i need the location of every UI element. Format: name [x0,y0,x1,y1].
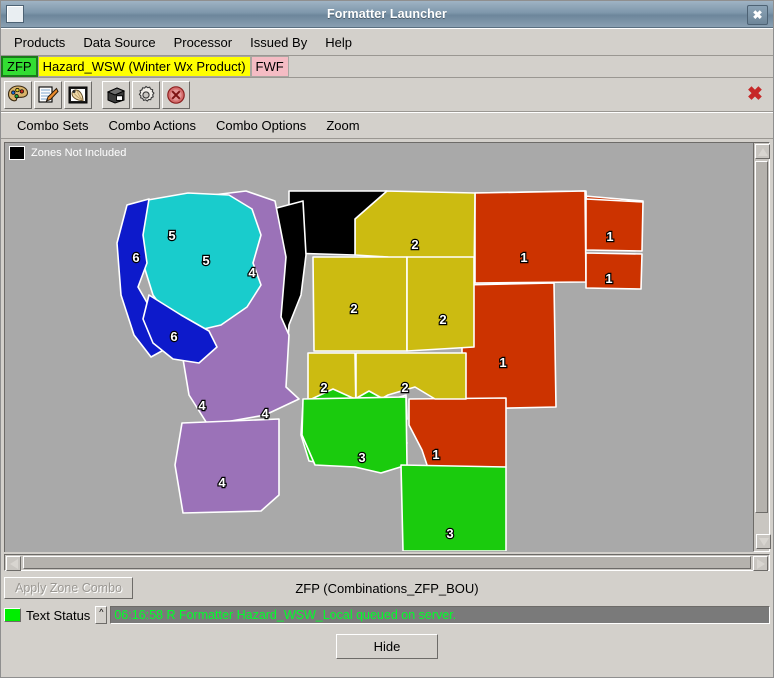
apply-zone-combo-button[interactable]: Apply Zone Combo [4,577,134,599]
zone-map-svg[interactable]: 5 5 6 6 4 4 4 4 2 2 2 2 2 1 1 1 1 1 3 3 [5,143,749,551]
map-canvas-wrapper: Zones Not Included 5 5 6 6 4 4 4 4 2 2 2 2 2 1 1 1 1 1 3 3 [4,142,771,552]
legend-swatch-zones-not-included [9,146,25,160]
menu-item-zoom[interactable]: Zoom [316,115,369,136]
map-zone-region[interactable] [461,282,557,410]
status-led-indicator [4,608,21,622]
map-zone-number: 1 [432,447,439,462]
menu-item-combo-options[interactable]: Combo Options [206,115,316,136]
map-vertical-scrollbar[interactable] [753,142,771,552]
map-zone-number: 2 [350,301,357,316]
menu-item-data-source[interactable]: Data Source [74,32,164,53]
map-zone-number: 1 [520,250,527,265]
map-zone-number: 5 [168,228,175,243]
cancel-circle-icon [167,85,185,104]
map-zone-number: 3 [446,526,453,541]
window-close-button[interactable]: ✖ [747,5,768,25]
product-tab-hazard-wsw[interactable]: Hazard_WSW (Winter Wx Product) [37,56,251,77]
vertical-scroll-thumb[interactable] [755,161,768,513]
product-tab-zfp[interactable]: ZFP [1,56,38,77]
cancel-circle-icon-button[interactable] [162,80,190,109]
legend-label-zones-not-included: Zones Not Included [31,147,127,159]
palette-icon [7,84,29,101]
menu-item-combo-actions[interactable]: Combo Actions [99,115,206,136]
product-tab-strip: ZFP Hazard_WSW (Winter Wx Product) FWF [1,56,773,78]
map-zone-number: 1 [499,355,506,370]
horizontal-scroll-thumb[interactable] [23,556,751,569]
map-zone-region[interactable] [474,190,587,284]
edit-notepad-icon-button[interactable] [34,80,62,109]
scroll-left-arrow[interactable] [6,556,21,571]
map-zone-region[interactable] [174,418,280,514]
image-shell-icon [68,86,88,103]
title-bar: Formatter Launcher ✖ [1,1,773,28]
gear-icon-button[interactable] [132,80,160,109]
map-zone-region[interactable] [585,252,643,290]
map-zone-number: 6 [132,250,139,265]
scroll-right-arrow[interactable] [753,556,768,571]
gear-icon [138,85,155,102]
map-legend: Zones Not Included [9,146,126,160]
status-message: 06:16:58 R Formatter Hazard_WSW_Local qu… [110,606,770,624]
combo-menu-bar: Combo Sets Combo Actions Combo Options Z… [1,112,773,139]
printer-icon-button[interactable] [102,80,130,109]
palette-icon-button[interactable] [4,80,32,109]
map-zone-number: 4 [218,475,226,490]
formatter-launcher-window: Formatter Launcher ✖ Products Data Sourc… [0,0,774,678]
window-title: Formatter Launcher [327,7,447,21]
hide-button[interactable]: Hide [336,634,438,659]
menu-item-products[interactable]: Products [5,32,74,53]
menu-item-processor[interactable]: Processor [165,32,242,53]
menu-item-combo-sets[interactable]: Combo Sets [7,115,99,136]
hide-button-row: Hide [1,634,773,659]
menu-bar: Products Data Source Processor Issued By… [1,28,773,56]
map-horizontal-scrollbar[interactable] [4,554,770,571]
map-zone-region[interactable] [301,396,408,474]
image-shell-icon-button[interactable] [64,80,92,109]
scroll-up-arrow[interactable] [755,144,770,159]
map-zone-region[interactable] [408,397,507,469]
zone-map[interactable]: Zones Not Included 5 5 6 6 4 4 4 4 2 2 2 2 2 1 1 1 1 1 3 3 [4,142,753,552]
apply-zone-combo-row: Apply Zone Combo ZFP (Combinations_ZFP_B… [4,574,770,602]
map-zone-number: 1 [606,229,613,244]
map-zone-number: 5 [202,253,209,268]
status-scroll-up-button[interactable]: ^ [95,606,108,624]
edit-notepad-icon [38,85,59,103]
menu-item-help[interactable]: Help [316,32,361,53]
map-zone-number: 4 [248,265,256,280]
map-zone-number: 1 [605,271,612,286]
tool-bar: ✖ [1,78,773,112]
scroll-down-arrow[interactable] [756,534,771,549]
map-zone-number: 2 [439,312,446,327]
map-zone-number: 6 [170,329,177,344]
map-zone-number: 2 [401,380,408,395]
map-zone-number: 2 [320,380,327,395]
map-zone-number: 4 [261,406,269,421]
status-label: Text Status [26,607,91,623]
window-menu-box[interactable] [6,5,24,23]
map-zone-region[interactable] [585,198,644,252]
map-zone-number: 3 [358,450,365,465]
map-zone-number: 4 [198,398,206,413]
map-zone-region[interactable] [312,256,408,352]
status-row: Text Status ^ 06:16:58 R Formatter Hazar… [4,604,770,626]
product-tab-fwf[interactable]: FWF [250,56,289,77]
map-zone-region[interactable] [406,256,475,352]
toolbar-close-x-icon[interactable]: ✖ [743,82,767,106]
printer-icon [106,86,126,104]
map-zone-number: 2 [411,237,418,252]
menu-item-issued-by[interactable]: Issued By [241,32,316,53]
